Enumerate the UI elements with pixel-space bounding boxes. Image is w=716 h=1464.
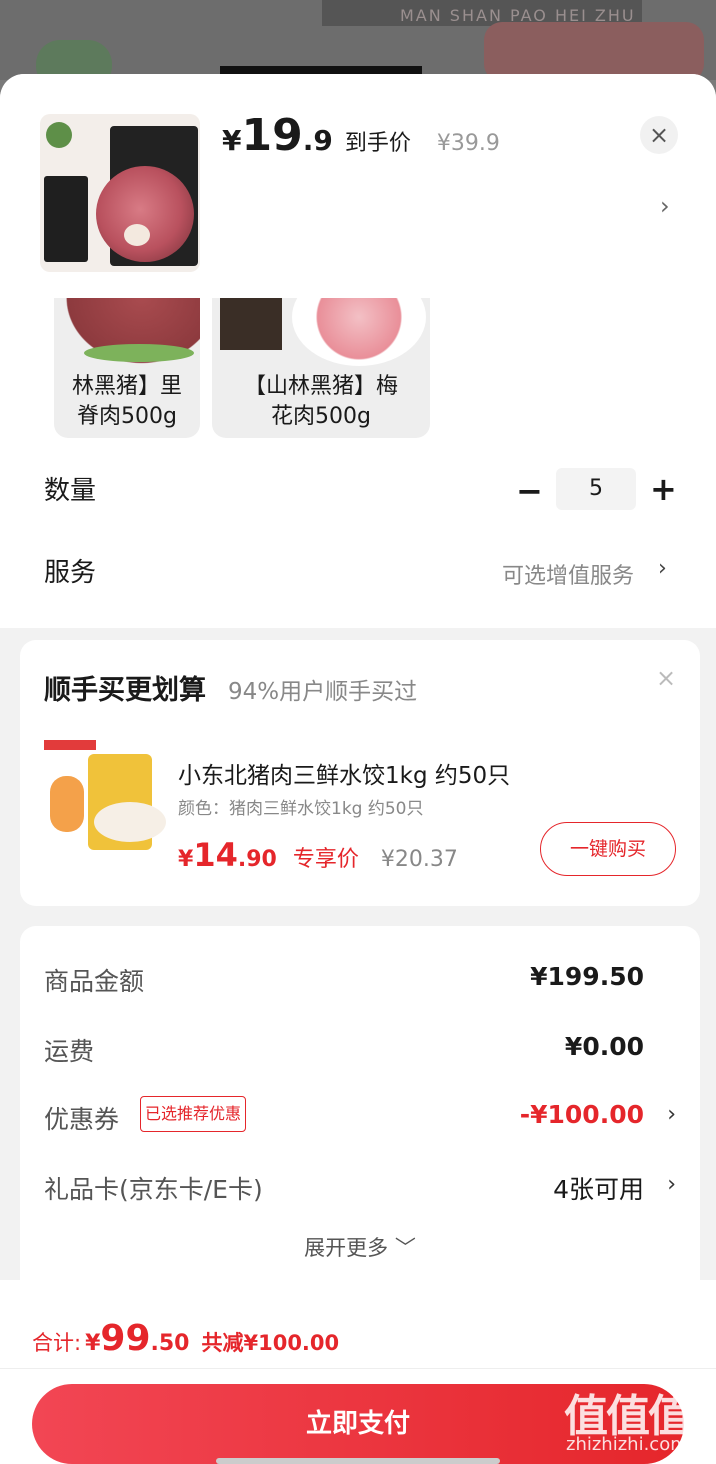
checkout-sheet: ¥ 19 .9 到手价 ¥39.9 × › 林黑猪】里 脊肉500g 【山林黑猪… bbox=[0, 74, 716, 1464]
quantity-plus-button[interactable]: + bbox=[650, 470, 677, 508]
brand-logo bbox=[46, 122, 72, 148]
summary-row-shipping: 运费 ¥0.00 bbox=[44, 1032, 644, 1066]
addon-card: 顺手买更划算 94%用户顺手买过 × 小东北猪肉三鲜水饺1kg 约50只 颜色：… bbox=[20, 640, 700, 906]
background-product-image bbox=[484, 22, 704, 82]
sheet-header: ¥ 19 .9 到手价 ¥39.9 × › bbox=[0, 74, 716, 298]
chevron-right-icon[interactable]: › bbox=[658, 556, 667, 581]
quantity-minus-button[interactable]: − bbox=[516, 472, 543, 510]
product-thumbnail bbox=[40, 114, 200, 272]
variant-option[interactable]: 【山林黑猪】梅 花肉500g bbox=[212, 298, 430, 438]
one-click-buy-button[interactable]: 一键购买 bbox=[540, 822, 676, 876]
close-icon[interactable]: × bbox=[640, 116, 678, 154]
addon-title: 顺手买更划算 bbox=[44, 675, 206, 706]
service-value[interactable]: 可选增值服务 bbox=[502, 558, 634, 590]
product-main-card: 林黑猪】里 脊肉500g 【山林黑猪】梅 花肉500g 数量 − 5 + 服务 … bbox=[0, 298, 716, 628]
chevron-right-icon[interactable]: › bbox=[667, 1102, 676, 1127]
addon-product-name: 小东北猪肉三鲜水饺1kg 约50只 bbox=[178, 763, 511, 789]
chevron-right-icon[interactable]: › bbox=[660, 192, 670, 220]
expand-more-button[interactable]: 展开更多 ﹀ bbox=[20, 1232, 700, 1262]
quantity-label: 数量 bbox=[44, 476, 97, 506]
original-price: ¥39.9 bbox=[436, 131, 500, 156]
addon-product-image bbox=[44, 740, 168, 852]
summary-row-coupon[interactable]: 优惠券 已选推荐优惠 -¥100.00 › bbox=[44, 1096, 676, 1140]
service-label: 服务 bbox=[44, 558, 97, 588]
addon-product-spec: 颜色：猪肉三鲜水饺1kg 约50只 bbox=[178, 799, 424, 819]
quantity-input[interactable]: 5 bbox=[556, 468, 636, 510]
order-total: 合计: ¥ 99 .50 共减¥100.00 bbox=[32, 1318, 340, 1359]
product-price: ¥ 19 .9 到手价 ¥39.9 bbox=[222, 110, 500, 161]
home-indicator[interactable] bbox=[216, 1458, 500, 1464]
addon-price: ¥ 14 .90 专享价 ¥20.37 bbox=[178, 836, 458, 874]
order-summary: 商品金额 ¥199.50 运费 ¥0.00 优惠券 已选推荐优惠 -¥100.0… bbox=[20, 926, 700, 1306]
addon-subtitle: 94%用户顺手买过 bbox=[228, 679, 418, 705]
variant-option[interactable]: 林黑猪】里 脊肉500g bbox=[54, 298, 200, 438]
summary-row-giftcard[interactable]: 礼品卡(京东卡/E卡) 4张可用 › bbox=[44, 1170, 676, 1210]
watermark-logo: 值值值 zhizhizhi.com bbox=[564, 1391, 692, 1455]
summary-row-goods: 商品金额 ¥199.50 bbox=[44, 962, 644, 996]
price-tag: 到手价 bbox=[344, 131, 411, 156]
close-icon[interactable]: × bbox=[656, 664, 676, 692]
coupon-badge: 已选推荐优惠 bbox=[140, 1096, 247, 1132]
divider bbox=[0, 1368, 716, 1369]
chevron-right-icon[interactable]: › bbox=[667, 1172, 676, 1197]
saved-amount: 共减¥100.00 bbox=[201, 1331, 340, 1355]
